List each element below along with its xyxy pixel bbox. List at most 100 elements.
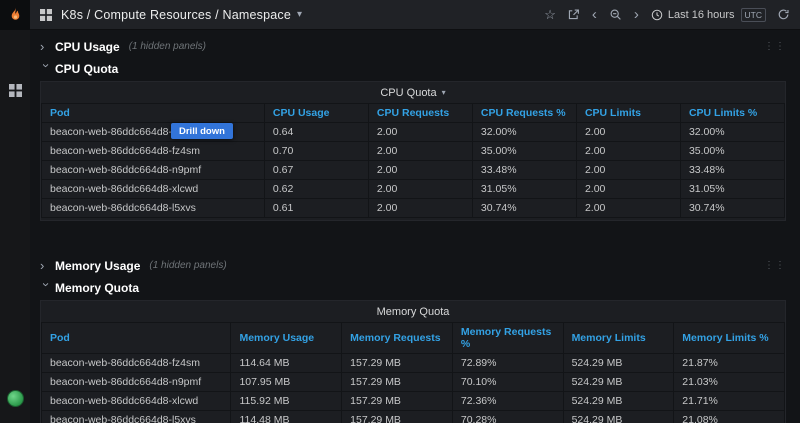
table-row: beacon-web-86ddc664d8-xlcwd115.92 MB157.…: [42, 392, 785, 411]
column-header[interactable]: Memory Requests: [342, 323, 453, 354]
hidden-panels-hint: (1 hidden panels): [149, 260, 226, 271]
panel-title-text: CPU Quota: [380, 87, 436, 99]
cpu-quota-panel-title[interactable]: CPU Quota ▾: [41, 82, 785, 103]
row-header-cpu-quota[interactable]: › CPU Quota: [40, 59, 786, 78]
pod-name-cell[interactable]: beacon-web-86ddc664d8-fz4sm: [42, 354, 231, 373]
value-cell: 2.00: [576, 199, 680, 218]
column-header[interactable]: CPU Requests %: [472, 104, 576, 123]
value-cell: 70.10%: [452, 373, 563, 392]
time-shift-forward-icon[interactable]: ›: [633, 7, 640, 22]
value-cell: 2.00: [368, 180, 472, 199]
row-header-memory-quota[interactable]: › Memory Quota: [40, 278, 786, 297]
column-header[interactable]: Memory Limits: [563, 323, 674, 354]
value-cell: 157.29 MB: [342, 373, 453, 392]
refresh-icon[interactable]: [777, 8, 790, 21]
value-cell: 21.87%: [674, 354, 785, 373]
pod-name-cell[interactable]: beacon-web-86ddc664d8-xlcwd: [42, 392, 231, 411]
column-header[interactable]: Pod: [42, 323, 231, 354]
column-header[interactable]: CPU Requests: [368, 104, 472, 123]
value-cell: 107.95 MB: [231, 373, 342, 392]
top-navbar: K8s / Compute Resources / Namespace ▾ ☆ …: [30, 0, 800, 30]
time-shift-back-icon[interactable]: ‹: [591, 7, 598, 22]
value-cell: 2.00: [576, 142, 680, 161]
value-cell: 72.36%: [452, 392, 563, 411]
time-range-label: Last 16 hours: [668, 9, 735, 21]
column-header[interactable]: CPU Limits: [576, 104, 680, 123]
value-cell: 0.62: [264, 180, 368, 199]
row-header-memory-usage[interactable]: › Memory Usage (1 hidden panels) ⋮⋮: [40, 256, 786, 275]
dashboard-grid-icon: [40, 9, 52, 21]
panel-menu-caret-icon: ▾: [442, 88, 446, 97]
row-label: CPU Quota: [55, 62, 118, 76]
value-cell: 115.92 MB: [231, 392, 342, 411]
value-cell: 524.29 MB: [563, 392, 674, 411]
pod-name-cell[interactable]: beacon-web-86ddc664d8-l5xvs: [42, 199, 265, 218]
value-cell: 0.70: [264, 142, 368, 161]
value-cell: 21.08%: [674, 411, 785, 423]
value-cell: 70.28%: [452, 411, 563, 423]
column-header[interactable]: CPU Usage: [264, 104, 368, 123]
chevron-right-icon: ›: [40, 39, 53, 54]
table-row: beacon-web-86ddc664d8-l5xvs0.612.0030.74…: [42, 199, 785, 218]
grafana-logo[interactable]: [0, 0, 30, 30]
table-header-row: PodCPU UsageCPU RequestsCPU Requests %CP…: [42, 104, 785, 123]
drag-handle-icon[interactable]: ⋮⋮: [764, 41, 786, 52]
value-cell: 2.00: [368, 123, 472, 142]
pod-name-cell[interactable]: beacon-web-86ddc664d8-fz4sm: [42, 142, 265, 161]
chevron-right-icon: ›: [40, 258, 53, 273]
dashboard-body: › CPU Usage (1 hidden panels) ⋮⋮ › CPU Q…: [30, 30, 800, 423]
value-cell: 114.64 MB: [231, 354, 342, 373]
timezone-badge: UTC: [741, 8, 766, 22]
drag-handle-icon[interactable]: ⋮⋮: [764, 260, 786, 271]
value-cell: 33.48%: [472, 161, 576, 180]
value-cell: 30.74%: [680, 199, 784, 218]
navbar-actions: ☆ ‹ › Last 16 hours UTC: [544, 7, 790, 22]
value-cell: 114.48 MB: [231, 411, 342, 423]
grafana-flame-icon: [6, 6, 25, 25]
table-row: beacon-web-86ddc664d8-n9pmf0.672.0033.48…: [42, 161, 785, 180]
value-cell: 524.29 MB: [563, 354, 674, 373]
row-label: Memory Quota: [55, 281, 139, 295]
column-header[interactable]: Memory Usage: [231, 323, 342, 354]
value-cell: 33.48%: [680, 161, 784, 180]
zoom-out-icon[interactable]: [609, 8, 622, 21]
time-range-picker[interactable]: Last 16 hours UTC: [651, 8, 766, 22]
table-header-row: PodMemory UsageMemory RequestsMemory Req…: [42, 323, 785, 354]
value-cell: 157.29 MB: [342, 411, 453, 423]
sidebar-dashboards-icon[interactable]: [0, 75, 30, 105]
share-icon[interactable]: [567, 8, 580, 21]
pod-name-cell[interactable]: beacon-web-86ddc664d8-n9pmf: [42, 373, 231, 392]
value-cell: 2.00: [368, 142, 472, 161]
table-row: beacon-web-86ddc664d8-l5xvs114.48 MB157.…: [42, 411, 785, 423]
value-cell: 32.00%: [472, 123, 576, 142]
column-header[interactable]: Memory Limits %: [674, 323, 785, 354]
value-cell: 157.29 MB: [342, 392, 453, 411]
panel-title-text: Memory Quota: [377, 306, 450, 318]
star-icon[interactable]: ☆: [544, 8, 556, 21]
drill-down-tooltip[interactable]: Drill down: [171, 123, 233, 139]
left-sidebar: [0, 0, 30, 423]
value-cell: 0.67: [264, 161, 368, 180]
table-row: beacon-web-86ddc664d8-fz4sm0.702.0035.00…: [42, 142, 785, 161]
row-header-cpu-usage[interactable]: › CPU Usage (1 hidden panels) ⋮⋮: [40, 37, 786, 56]
column-header[interactable]: Memory Requests %: [452, 323, 563, 354]
value-cell: 35.00%: [680, 142, 784, 161]
clock-icon: [651, 9, 663, 21]
value-cell: 0.61: [264, 199, 368, 218]
column-header[interactable]: Pod: [42, 104, 265, 123]
value-cell: 32.00%: [680, 123, 784, 142]
table-row: beacon-web-86ddc664d8-8lchj0.642.0032.00…: [42, 123, 785, 142]
user-avatar[interactable]: [7, 390, 24, 407]
dashboard-title: K8s / Compute Resources / Namespace: [61, 8, 291, 22]
pod-name-cell[interactable]: beacon-web-86ddc664d8-xlcwd: [42, 180, 265, 199]
value-cell: 2.00: [368, 199, 472, 218]
memory-quota-panel-title[interactable]: Memory Quota: [41, 301, 785, 322]
column-header[interactable]: CPU Limits %: [680, 104, 784, 123]
pod-name-cell[interactable]: beacon-web-86ddc664d8-l5xvs: [42, 411, 231, 423]
row-label: CPU Usage: [55, 40, 120, 54]
value-cell: 524.29 MB: [563, 411, 674, 423]
dashboard-title-dropdown[interactable]: K8s / Compute Resources / Namespace ▾: [61, 8, 302, 22]
chevron-down-icon: ›: [39, 282, 54, 295]
pod-name-cell[interactable]: beacon-web-86ddc664d8-n9pmf: [42, 161, 265, 180]
value-cell: 31.05%: [472, 180, 576, 199]
